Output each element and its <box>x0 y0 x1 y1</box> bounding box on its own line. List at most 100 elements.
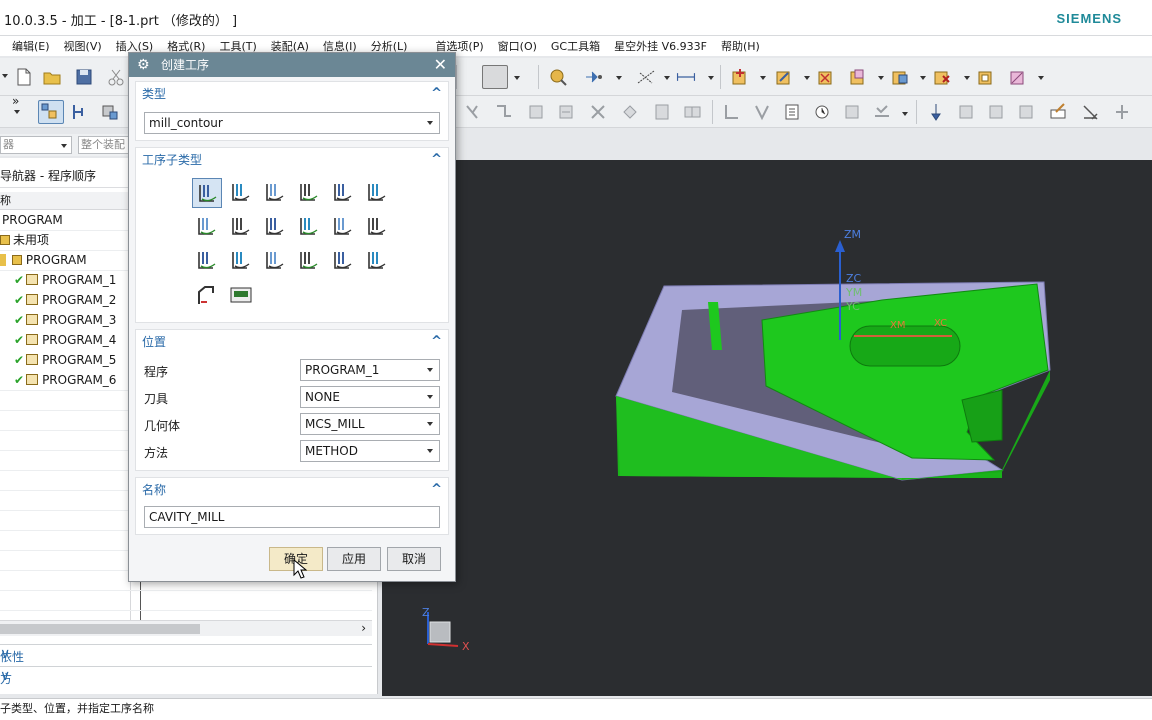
tool-holder-icon[interactable] <box>926 102 946 122</box>
scroll-right-icon[interactable]: › <box>361 621 366 635</box>
name-section-header[interactable]: 名称 ^ <box>136 478 448 502</box>
tree-row-program-6[interactable]: ✔ PROGRAM_6 <box>14 370 116 390</box>
scrollbar-thumb[interactable] <box>0 624 200 634</box>
edit-text-icon[interactable] <box>1048 102 1068 122</box>
verify-path-icon[interactable] <box>556 102 576 122</box>
simulate-machine-icon[interactable] <box>588 102 608 122</box>
tool-list-icon[interactable] <box>986 102 1006 122</box>
menu-plugin[interactable]: 星空外挂 V6.933F <box>614 38 707 54</box>
tree-row-program-2[interactable]: ✔ PROGRAM_2 <box>14 290 116 310</box>
contour-area-nonsteep-icon[interactable] <box>328 212 358 242</box>
chevron-down-icon[interactable] <box>514 76 520 80</box>
chevron-up-icon[interactable]: ^ <box>431 330 442 354</box>
postprocess-icon[interactable] <box>620 102 640 122</box>
graphics-viewport[interactable]: ZM ZC YM YC XM XC Z X <box>382 160 1152 696</box>
menu-edit[interactable]: 编辑(E) <box>12 38 50 54</box>
save-icon[interactable] <box>74 67 94 87</box>
rest-mill-icon[interactable] <box>294 178 324 208</box>
machine-tool-view-icon[interactable] <box>890 67 910 87</box>
open-folder-icon[interactable] <box>42 67 62 87</box>
datum-csys-icon[interactable] <box>636 67 656 87</box>
cancel-button[interactable]: 取消 <box>387 547 441 571</box>
information-icon[interactable] <box>782 102 802 122</box>
assign-tool-icon[interactable] <box>956 102 976 122</box>
contour-surface-area-icon[interactable] <box>260 212 290 242</box>
feeds-speeds-icon[interactable] <box>722 102 742 122</box>
menu-help[interactable]: 帮助(H) <box>721 38 760 54</box>
batch-process-icon[interactable] <box>682 102 702 122</box>
new-file-icon[interactable] <box>14 67 34 87</box>
horizontal-scrollbar[interactable]: › <box>0 620 372 636</box>
chevron-down-icon[interactable] <box>616 76 622 80</box>
method-select[interactable]: METHOD <box>300 440 440 462</box>
chevron-down-icon[interactable] <box>964 76 970 80</box>
assembly-filter-select[interactable]: 整个装配 <box>78 136 130 154</box>
chevron-up-icon[interactable]: ^ <box>431 82 442 106</box>
dialog-titlebar[interactable]: ⚙ 创建工序 ✕ <box>129 53 455 77</box>
object-attribute-icon[interactable] <box>842 102 862 122</box>
lock-path-icon[interactable] <box>1112 102 1132 122</box>
location-section-header[interactable]: 位置 ^ <box>136 330 448 354</box>
menu-view[interactable]: 视图(V) <box>64 38 102 54</box>
contour-area-icon[interactable] <box>226 212 256 242</box>
tree-row-program[interactable]: PROGRAM <box>0 250 87 270</box>
chevron-down-icon[interactable] <box>664 76 670 80</box>
method-view-icon[interactable] <box>976 67 996 87</box>
view-orient-icon[interactable] <box>548 67 568 87</box>
chevron-up-icon[interactable]: ^ <box>431 148 442 172</box>
tree-row-root[interactable]: PROGRAM <box>2 210 63 230</box>
streamline-icon[interactable] <box>294 212 324 242</box>
contour-text-icon[interactable] <box>362 246 392 276</box>
create-program-icon[interactable] <box>730 67 750 87</box>
chevron-up-icon[interactable]: ^ <box>431 478 442 502</box>
display-mode-icon[interactable] <box>482 65 508 89</box>
cut-icon[interactable] <box>106 67 126 87</box>
menu-window[interactable]: 窗口(O) <box>498 38 537 54</box>
chevron-down-icon[interactable] <box>14 110 20 114</box>
machine-tool-order-icon[interactable] <box>70 102 90 122</box>
operation-name-input[interactable]: CAVITY_MILL <box>144 506 440 528</box>
cavity-mill-icon[interactable] <box>192 178 222 208</box>
generate-path-icon[interactable] <box>464 102 484 122</box>
type-section-header[interactable]: 类型 ^ <box>136 82 448 106</box>
chevron-down-icon[interactable] <box>1038 76 1044 80</box>
flowcut-ref-tool-icon[interactable] <box>260 246 290 276</box>
flowcut-smooth-icon[interactable] <box>294 246 324 276</box>
chevron-down-icon[interactable] <box>902 112 908 116</box>
tool-path-edit-icon[interactable] <box>752 102 772 122</box>
tree-row-program-3[interactable]: ✔ PROGRAM_3 <box>14 310 116 330</box>
tree-row-program-5[interactable]: ✔ PROGRAM_5 <box>14 350 116 370</box>
shop-docs-icon[interactable] <box>652 102 672 122</box>
flowcut-single-icon[interactable] <box>192 246 222 276</box>
replay-path-icon[interactable] <box>494 102 514 122</box>
solid-profile-3d-icon[interactable] <box>328 246 358 276</box>
zlevel-profile-icon[interactable] <box>328 178 358 208</box>
type-select[interactable]: mill_contour <box>144 112 440 134</box>
time-icon[interactable] <box>812 102 832 122</box>
corner-rough-icon[interactable] <box>260 178 290 208</box>
flowcut-multiple-icon[interactable] <box>226 246 256 276</box>
geometry-order-icon[interactable] <box>100 102 120 122</box>
column-header-name[interactable]: 称 <box>0 192 130 210</box>
chevron-down-icon[interactable] <box>2 74 8 78</box>
tool-library-icon[interactable] <box>1016 102 1036 122</box>
snap-point-icon[interactable] <box>584 67 604 87</box>
apply-button[interactable]: 应用 <box>327 547 381 571</box>
plunge-mill-icon[interactable] <box>226 178 256 208</box>
list-path-icon[interactable] <box>526 102 546 122</box>
chevron-down-icon[interactable] <box>804 76 810 80</box>
display-path-icon[interactable] <box>872 102 892 122</box>
dependencies-panel-header[interactable]: 依性 ∨ <box>0 644 372 666</box>
create-tool-icon[interactable] <box>774 67 794 87</box>
chevron-down-icon[interactable] <box>920 76 926 80</box>
menu-gc-toolkit[interactable]: GC工具箱 <box>551 38 600 54</box>
delete-object-icon[interactable] <box>932 67 952 87</box>
geometry-select[interactable]: MCS_MILL <box>300 413 440 435</box>
create-operation-icon[interactable] <box>848 67 868 87</box>
chevron-down-icon[interactable] <box>878 76 884 80</box>
subtype-section-header[interactable]: 工序子类型 ^ <box>136 148 448 172</box>
tree-row-program-1[interactable]: ✔ PROGRAM_1 <box>14 270 116 290</box>
measure-distance-icon[interactable] <box>676 67 702 87</box>
chevron-down-icon[interactable] <box>708 76 714 80</box>
close-icon[interactable]: ✕ <box>434 53 447 77</box>
